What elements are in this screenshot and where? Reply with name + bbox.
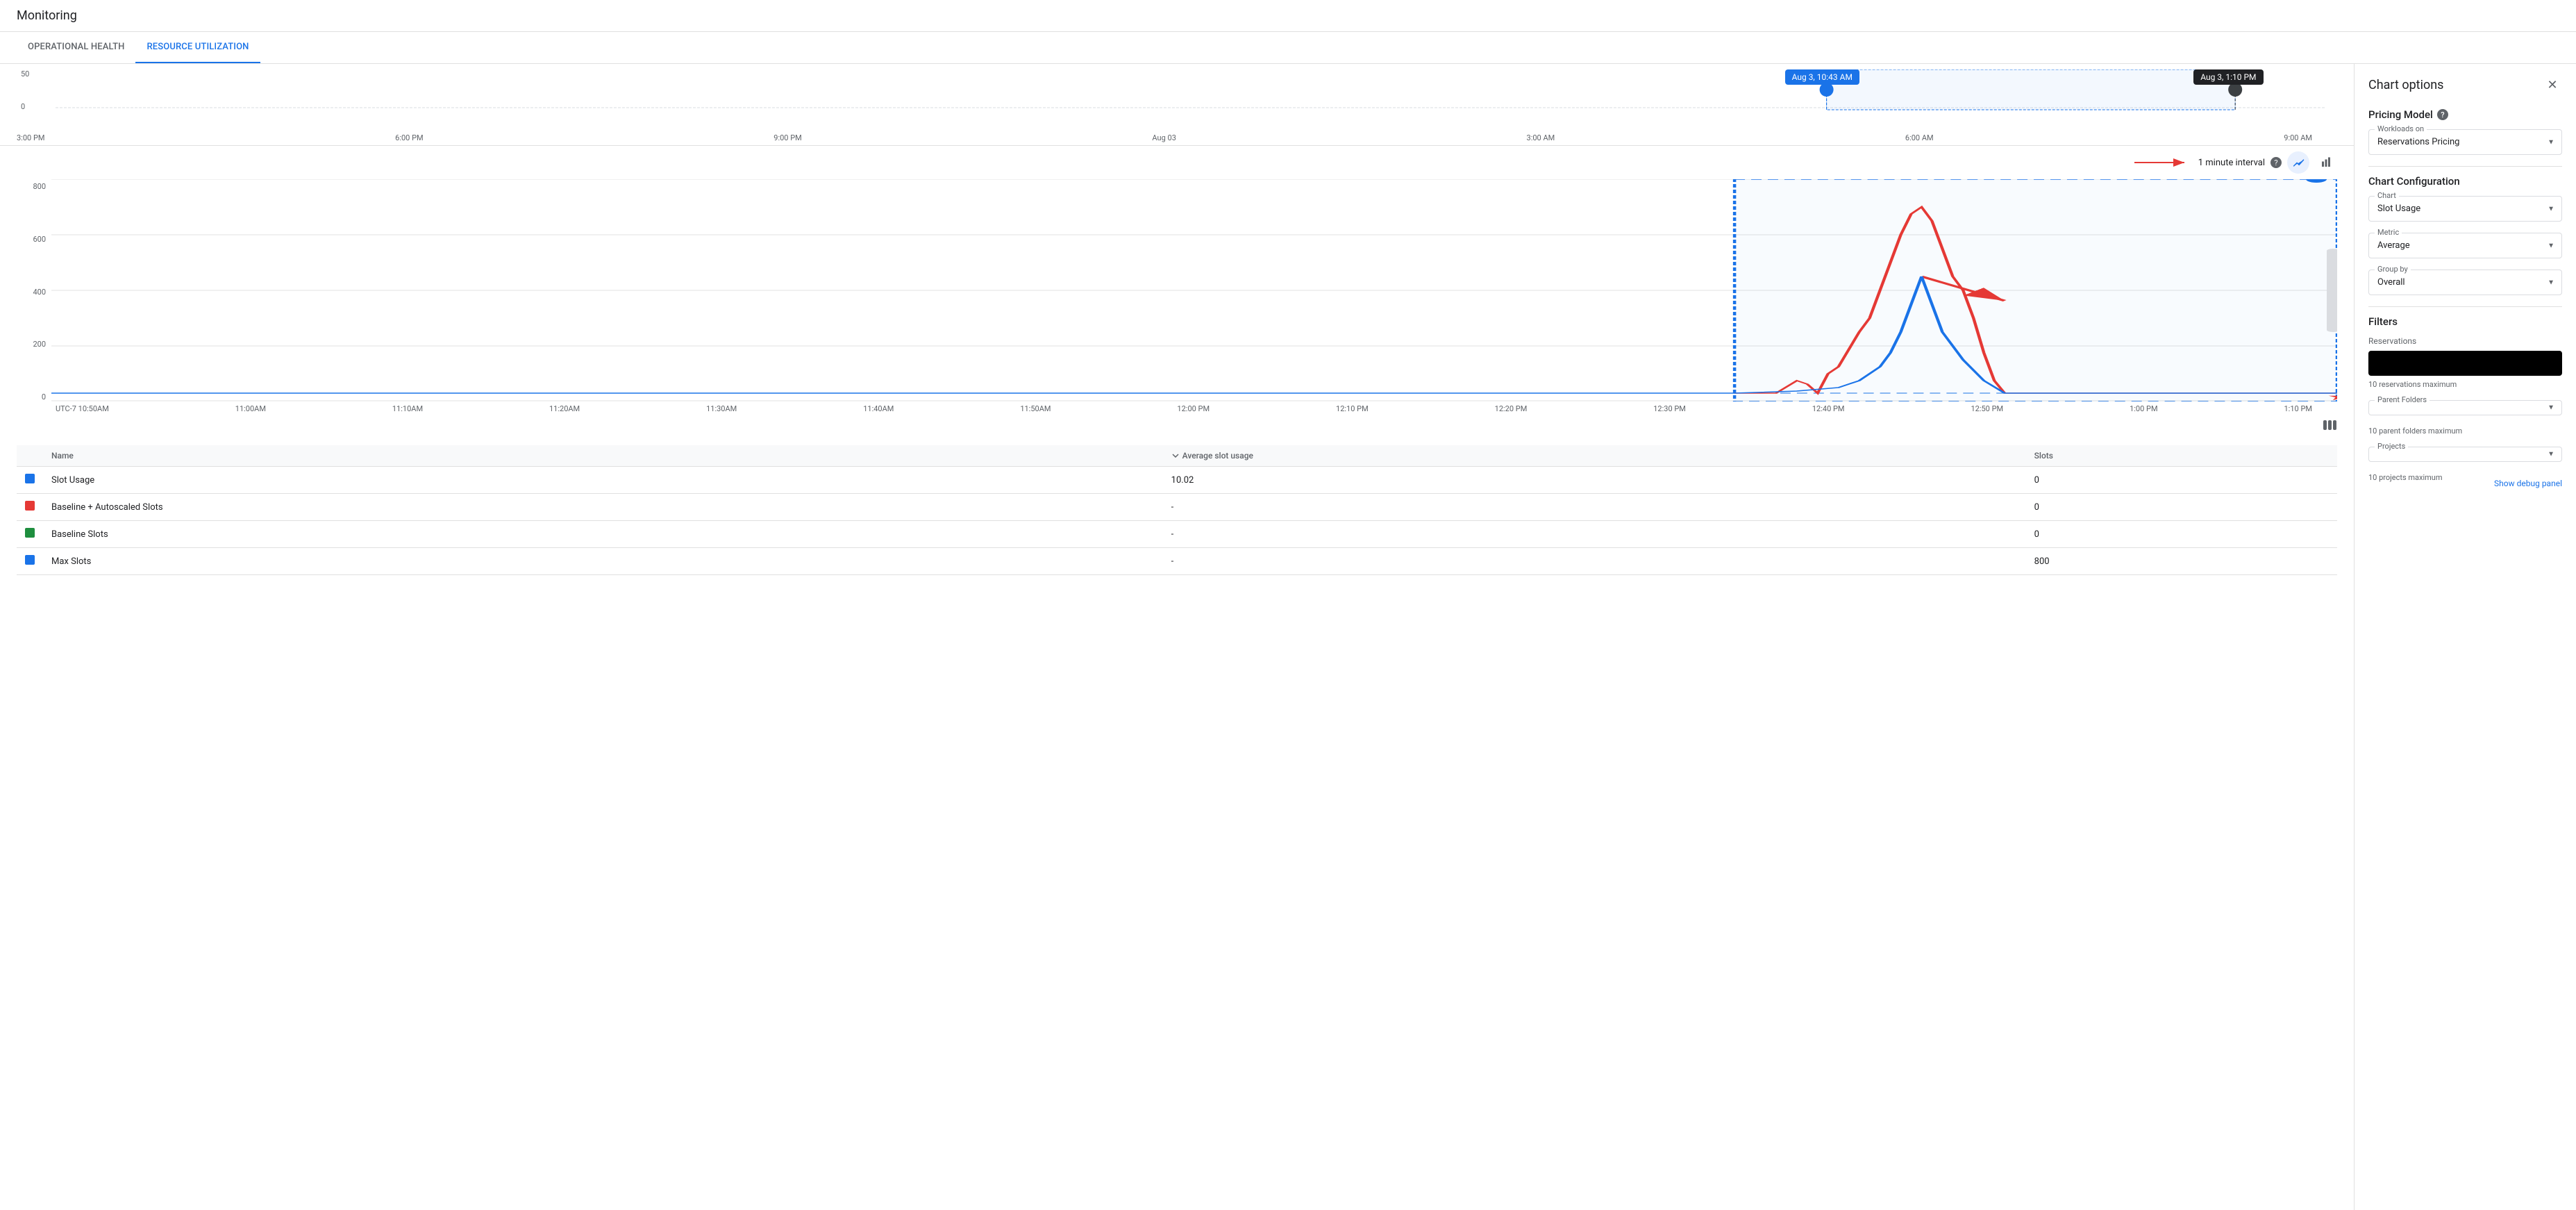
line-chart-btn[interactable]	[2287, 151, 2309, 174]
red-arrow-annotation	[2134, 154, 2190, 171]
metric-select[interactable]: Average	[2369, 233, 2561, 258]
parent-folders-fieldset: Parent Folders	[2368, 400, 2562, 415]
row-color-3	[17, 548, 43, 575]
reservations-label: Reservations	[2368, 336, 2562, 347]
col-slots: Slots	[2026, 445, 2337, 467]
data-table: Name Average slot usage Slots	[17, 445, 2337, 575]
col-name[interactable]: Name	[43, 445, 1163, 467]
reservations-hint: 10 reservations maximum	[2368, 380, 2562, 389]
main-y-axis: 800 600 400 200 0	[17, 179, 51, 401]
reservations-filter-bar[interactable]	[2368, 351, 2562, 376]
interval-label: 1 minute interval	[2198, 158, 2265, 168]
overview-chart-svg	[56, 69, 2326, 111]
main-chart-wrapper: 800 600 400 200 0	[17, 179, 2337, 401]
table-row: Max Slots - 800	[17, 548, 2337, 575]
table-row: Baseline + Autoscaled Slots - 0	[17, 494, 2337, 521]
groupby-fieldset: Group by Overall	[2368, 270, 2562, 295]
row-slots-1: 0	[2026, 494, 2337, 521]
col-avg[interactable]: Average slot usage	[1163, 445, 2026, 467]
bar-chart-btn[interactable]	[2315, 151, 2337, 174]
metric-fieldset: Metric Average	[2368, 233, 2562, 258]
parent-folders-hint: 10 parent folders maximum	[2368, 426, 2562, 436]
overview-section: 50 0 Aug 3, 10	[0, 64, 2354, 131]
col-color	[17, 445, 43, 467]
app-title: Monitoring	[17, 8, 77, 23]
chart-config-title: Chart Configuration	[2368, 175, 2562, 188]
row-color-1	[17, 494, 43, 521]
workloads-fieldset: Workloads on Reservations Pricing	[2368, 129, 2562, 155]
chart-select[interactable]: Slot Usage	[2369, 197, 2561, 221]
main-chart-svg: ★	[51, 179, 2337, 401]
projects-hint: 10 projects maximum	[2368, 473, 2443, 482]
sidebar-header: Chart options ✕	[2368, 75, 2562, 94]
close-button[interactable]: ✕	[2543, 75, 2562, 94]
main-chart-time-axis: UTC-7 10:50AM 11:00AM 11:10AM 11:20AM 11…	[56, 401, 2312, 416]
overview-time-axis: 3:00 PM 6:00 PM 9:00 PM Aug 03 3:00 AM 6…	[0, 131, 2354, 146]
workloads-select[interactable]: Reservations Pricing	[2369, 130, 2561, 154]
row-color-0	[17, 467, 43, 494]
projects-fieldset: Projects	[2368, 447, 2562, 462]
row-slots-0: 0	[2026, 467, 2337, 494]
app-header: Monitoring	[0, 0, 2576, 32]
interval-help-icon[interactable]: ?	[2270, 157, 2282, 168]
row-name-1: Baseline + Autoscaled Slots	[43, 494, 1163, 521]
table-row: Baseline Slots - 0	[17, 521, 2337, 548]
section-divider-2	[2368, 306, 2562, 307]
interval-bar: 1 minute interval ?	[0, 146, 2354, 179]
scroll-icon-bar	[0, 416, 2354, 434]
projects-select[interactable]	[2369, 447, 2561, 461]
row-slots-3: 800	[2026, 548, 2337, 575]
row-name-3: Max Slots	[43, 548, 1163, 575]
svg-text:★: ★	[2327, 391, 2337, 401]
tooltip-end: Aug 3, 1:10 PM	[2193, 69, 2263, 85]
main-layout: 50 0 Aug 3, 10	[0, 64, 2576, 1210]
row-avg-2: -	[1163, 521, 2026, 548]
row-avg-1: -	[1163, 494, 2026, 521]
sidebar: Chart options ✕ Pricing Model ? Workload…	[2354, 64, 2576, 1210]
tooltip-start: Aug 3, 10:43 AM	[1785, 69, 1859, 85]
groupby-select[interactable]: Overall	[2369, 270, 2561, 295]
row-avg-3: -	[1163, 548, 2026, 575]
parent-folders-select[interactable]	[2369, 401, 2561, 415]
row-name-2: Baseline Slots	[43, 521, 1163, 548]
chart-fieldset: Chart Slot Usage	[2368, 196, 2562, 222]
overview-y-axis: 50 0	[21, 69, 29, 111]
projects-footer: 10 projects maximum Show debug panel	[2368, 473, 2562, 493]
debug-panel-link[interactable]: Show debug panel	[2494, 479, 2562, 488]
tabs-bar: OPERATIONAL HEALTH RESOURCE UTILIZATION	[0, 32, 2576, 64]
tab-operational-health[interactable]: OPERATIONAL HEALTH	[17, 32, 135, 63]
row-name-0: Slot Usage	[43, 467, 1163, 494]
data-table-section: Name Average slot usage Slots	[17, 445, 2337, 575]
filters-title: Filters	[2368, 315, 2562, 328]
tab-resource-utilization[interactable]: RESOURCE UTILIZATION	[135, 32, 260, 63]
pricing-model-help-icon[interactable]: ?	[2437, 109, 2448, 120]
sidebar-title: Chart options	[2368, 78, 2443, 92]
row-color-2	[17, 521, 43, 548]
scroll-columns-icon	[2322, 419, 2337, 431]
sort-icon	[1171, 451, 1180, 460]
row-slots-2: 0	[2026, 521, 2337, 548]
row-avg-0: 10.02	[1163, 467, 2026, 494]
chart-area: 50 0 Aug 3, 10	[0, 64, 2354, 1210]
section-divider-1	[2368, 166, 2562, 167]
table-row: Slot Usage 10.02 0	[17, 467, 2337, 494]
pricing-model-section-title: Pricing Model ?	[2368, 108, 2562, 121]
